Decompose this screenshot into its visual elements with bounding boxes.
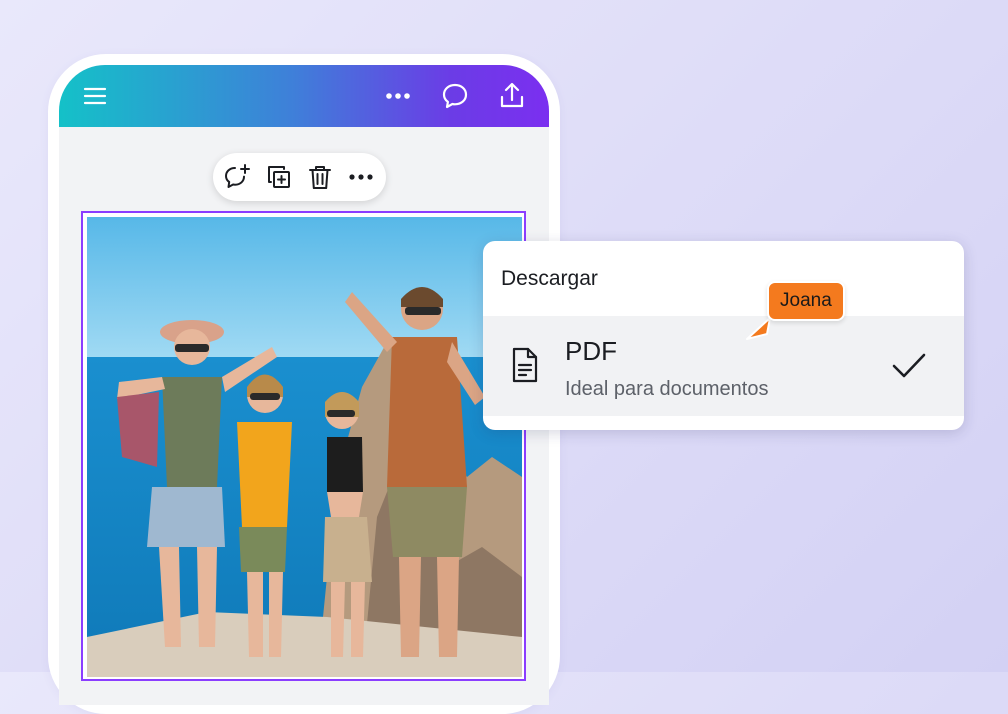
hamburger-menu-icon[interactable]: [78, 79, 112, 113]
editor-header: [59, 65, 549, 127]
download-menu: Descargar PDF Ideal para documentos: [483, 241, 964, 430]
collaborator-name-tag: Joana: [767, 281, 845, 321]
pdf-option-description: Ideal para documentos: [565, 378, 769, 400]
duplicate-icon[interactable]: [264, 162, 294, 192]
document-icon: [510, 346, 540, 388]
download-menu-title: Descargar: [501, 267, 598, 290]
comment-bubble-icon[interactable]: [438, 79, 472, 113]
share-upload-icon[interactable]: [495, 79, 529, 113]
checkmark-icon: [891, 352, 927, 384]
trash-icon[interactable]: [305, 162, 335, 192]
element-toolbar: [213, 153, 386, 201]
pdf-option-title: PDF: [565, 336, 617, 366]
family-beach-photo: [87, 217, 522, 677]
more-horizontal-icon[interactable]: [381, 79, 415, 113]
collaborator-cursor-icon: [745, 316, 775, 346]
more-horizontal-icon[interactable]: [346, 162, 376, 192]
add-comment-icon[interactable]: [222, 162, 252, 192]
pdf-option[interactable]: PDF Ideal para documentos: [483, 316, 964, 416]
